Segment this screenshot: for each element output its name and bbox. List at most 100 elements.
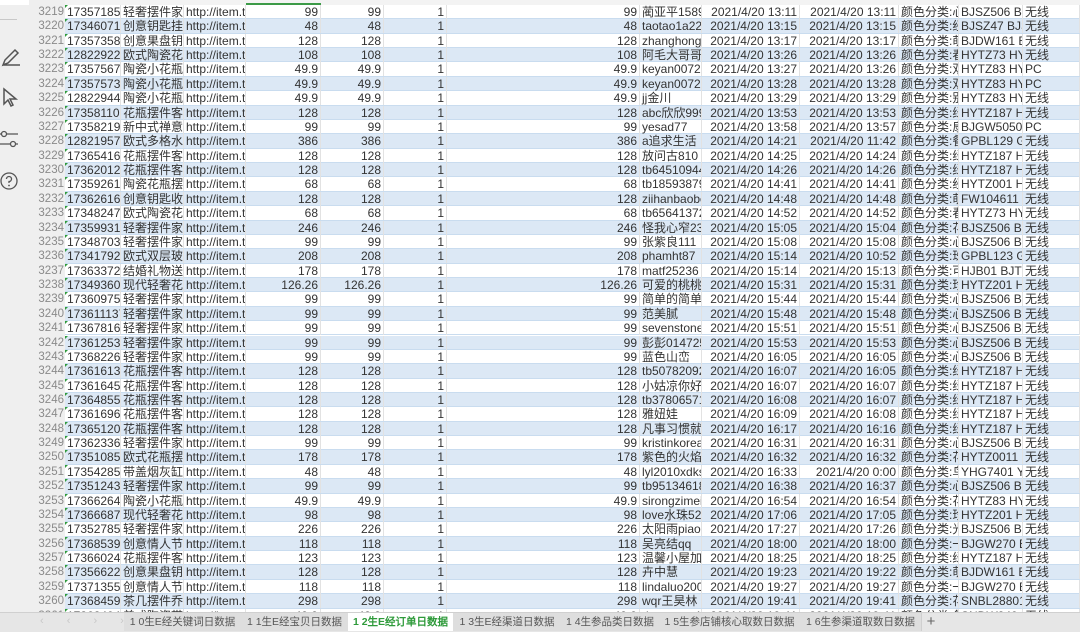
cell-order-id[interactable]: 173512436 <box>65 479 121 494</box>
cell-product-title[interactable]: 轻奢摆件家居 <box>121 479 184 494</box>
cell-order-time[interactable]: 2021/4/20 18:00 <box>702 536 800 551</box>
cell-paid-price[interactable]: 298 <box>321 594 384 609</box>
cell-sku-code[interactable]: BJSZ506 BJS: <box>959 479 1023 494</box>
cell-order-id[interactable]: 173620127 <box>65 163 121 178</box>
cell-price[interactable]: 99 <box>246 119 321 134</box>
cell-channel[interactable]: 无线 <box>1023 33 1080 48</box>
cell-order-id[interactable]: 173666876 <box>65 507 121 522</box>
cell-sku-color[interactable]: 颜色分类:可 <box>899 263 959 278</box>
row-number[interactable]: 3245 <box>29 379 64 393</box>
cell-product-title[interactable]: 陶瓷花瓶摆件 <box>121 177 184 192</box>
cell-order-time[interactable]: 2021/4/20 13:15 <box>702 19 800 34</box>
cell-order-time[interactable]: 2021/4/20 15:14 <box>702 263 800 278</box>
cell-product-url[interactable]: http://item.ta <box>184 163 246 178</box>
cell-sku-color[interactable]: 颜色分类:心 <box>899 292 959 307</box>
cell-paid-price[interactable]: 178 <box>321 450 384 465</box>
cell-buyer-name[interactable]: tb64510944 <box>640 163 702 178</box>
cell-quantity[interactable]: 1 <box>384 263 447 278</box>
cell-sku-color[interactable]: 颜色分类:绿 <box>899 551 959 566</box>
cell-buyer-name[interactable]: 雅妞娃 <box>640 407 702 422</box>
cell-product-url[interactable]: http://item.ta <box>184 450 246 465</box>
cell-order-id[interactable]: 173616130 <box>65 364 121 379</box>
cell-product-title[interactable]: 茶几摆件乔迁 <box>121 594 184 609</box>
cell-amount[interactable]: 68 <box>447 206 640 221</box>
cell-pay-time[interactable]: 2021/4/20 15:51 <box>800 321 899 336</box>
cell-quantity[interactable]: 1 <box>384 364 447 379</box>
cell-paid-price[interactable]: 128 <box>321 148 384 163</box>
cell-buyer-name[interactable]: kristinkorea <box>640 436 702 451</box>
cell-channel[interactable]: PC <box>1023 119 1080 134</box>
cell-sku-code[interactable]: BJSZ506 BJS: <box>959 234 1023 249</box>
cell-pay-time[interactable]: 2021/4/20 16:05 <box>800 364 899 379</box>
cell-price[interactable]: 118 <box>246 579 321 594</box>
cell-order-time[interactable]: 2021/4/20 15:44 <box>702 292 800 307</box>
cell-pay-time[interactable]: 2021/4/20 16:08 <box>800 407 899 422</box>
row-number[interactable]: 3227 <box>29 120 64 134</box>
cell-sku-color[interactable]: 颜色分类:心 <box>899 335 959 350</box>
cell-price[interactable]: 98 <box>246 507 321 522</box>
cell-buyer-name[interactable]: 卉中慧 <box>640 565 702 580</box>
row-number[interactable]: 3235 <box>29 235 64 249</box>
cell-quantity[interactable]: 1 <box>384 177 447 192</box>
cell-sku-color[interactable]: 颜色分类:经 <box>899 177 959 192</box>
cell-pay-time[interactable]: 2021/4/20 14:24 <box>800 148 899 163</box>
cell-product-url[interactable]: http://item.ta <box>184 493 246 508</box>
cell-product-title[interactable]: 带盖烟灰缸创 <box>121 464 184 479</box>
cell-quantity[interactable]: 1 <box>384 234 447 249</box>
cell-channel[interactable]: 无线 <box>1023 19 1080 34</box>
cell-product-title[interactable]: 花瓶摆件客厅 <box>121 163 184 178</box>
cell-price[interactable]: 68 <box>246 177 321 192</box>
cell-pay-time[interactable]: 2021/4/20 16:05 <box>800 349 899 364</box>
cell-buyer-name[interactable]: 范美腻 <box>640 306 702 321</box>
cell-order-id[interactable]: 173581106 <box>65 105 121 120</box>
cell-pay-time[interactable]: 2021/4/20 19:22 <box>800 565 899 580</box>
cell-paid-price[interactable]: 128 <box>321 421 384 436</box>
cell-price[interactable]: 128 <box>246 33 321 48</box>
cell-product-title[interactable]: 轻奢摆件家居 <box>121 335 184 350</box>
table-row[interactable]: 3251173542856带盖烟灰缸创http://item.ta4848148… <box>29 464 1080 480</box>
cell-channel[interactable]: 无线 <box>1023 249 1080 264</box>
cell-product-title[interactable]: 花瓶摆件客厅 <box>121 378 184 393</box>
cell-quantity[interactable]: 1 <box>384 292 447 307</box>
cell-sku-code[interactable]: YHG7401 YH <box>959 464 1023 479</box>
cell-paid-price[interactable]: 128 <box>321 392 384 407</box>
cell-product-url[interactable]: http://item.ta <box>184 234 246 249</box>
cell-order-id[interactable]: 173592619 <box>65 177 121 192</box>
row-number[interactable]: 3223 <box>29 62 64 76</box>
row-number[interactable]: 3221 <box>29 34 64 48</box>
cell-sku-color[interactable]: 颜色分类:扇 <box>899 119 959 134</box>
cell-channel[interactable]: 无线 <box>1023 565 1080 580</box>
cell-price[interactable]: 99 <box>246 349 321 364</box>
cell-price[interactable]: 298 <box>246 594 321 609</box>
cell-product-url[interactable]: http://item.ta <box>184 206 246 221</box>
cell-buyer-name[interactable]: 紫色的火焰1 <box>640 450 702 465</box>
cell-amount[interactable]: 68 <box>447 177 640 192</box>
cell-channel[interactable]: 无线 <box>1023 421 1080 436</box>
cell-quantity[interactable]: 1 <box>384 335 447 350</box>
cell-product-title[interactable]: 花瓶摆件客厅 <box>121 148 184 163</box>
cell-sku-code[interactable]: HYTZ83 HYT <box>959 91 1023 106</box>
cell-sku-code[interactable]: HYTZ83 HYT <box>959 493 1023 508</box>
table-row[interactable]: 3227173582197新中式禅意摆http://item.ta9999199… <box>29 119 1080 135</box>
cell-quantity[interactable]: 1 <box>384 278 447 293</box>
cell-amount[interactable]: 98 <box>447 507 640 522</box>
row-number[interactable]: 3254 <box>29 508 64 522</box>
cell-price[interactable]: 99 <box>246 335 321 350</box>
cell-order-time[interactable]: 2021/4/20 16:05 <box>702 349 800 364</box>
cell-paid-price[interactable]: 123 <box>321 551 384 566</box>
cell-order-time[interactable]: 2021/4/20 15:48 <box>702 306 800 321</box>
row-number[interactable]: 3248 <box>29 422 64 436</box>
cell-paid-price[interactable]: 118 <box>321 536 384 551</box>
cell-product-title[interactable]: 花瓶摆件客厅 <box>121 392 184 407</box>
cell-channel[interactable]: 无线 <box>1023 292 1080 307</box>
table-row[interactable]: 3241173678166轻奢摆件家居http://item.ta9999199… <box>29 321 1080 336</box>
cell-buyer-name[interactable]: 彭彭014725 <box>640 335 702 350</box>
cell-sku-color[interactable]: 颜色分类:萌 <box>899 565 959 580</box>
cell-sku-code[interactable]: GPBL129 GP <box>959 134 1023 149</box>
cell-product-url[interactable]: http://item.ta <box>184 594 246 609</box>
cell-sku-code[interactable]: FW104611 F <box>959 191 1023 206</box>
cell-sku-color[interactable]: 颜色分类:花 <box>899 450 959 465</box>
pen-icon[interactable] <box>0 46 22 68</box>
cell-sku-code[interactable]: BJDW161 BJI <box>959 565 1023 580</box>
cell-price[interactable]: 128 <box>246 148 321 163</box>
